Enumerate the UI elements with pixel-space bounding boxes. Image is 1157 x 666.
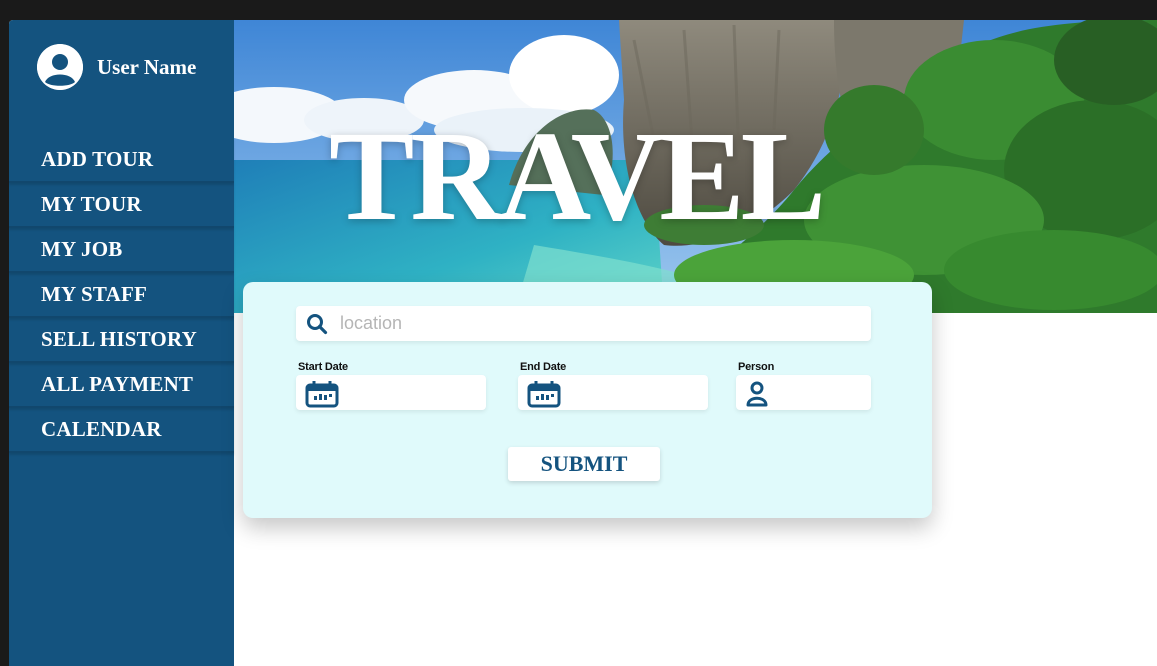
- person-field[interactable]: [736, 375, 871, 410]
- sidebar-item-my-job[interactable]: MY JOB: [9, 228, 234, 273]
- sidebar-item-sell-history[interactable]: SELL HISTORY: [9, 318, 234, 363]
- location-search-box[interactable]: [296, 306, 871, 341]
- user-name: User Name: [97, 54, 197, 79]
- app-screen: User Name ADD TOUR MY TOUR MY JOB MY STA…: [9, 20, 1157, 666]
- search-card: Start Date End Date: [243, 282, 932, 518]
- calendar-icon: [305, 381, 339, 408]
- sidebar-item-calendar[interactable]: CALENDAR: [9, 408, 234, 453]
- start-date-field[interactable]: [296, 375, 486, 410]
- sidebar-item-all-payment[interactable]: ALL PAYMENT: [9, 363, 234, 408]
- submit-button[interactable]: SUBMIT: [508, 447, 660, 481]
- sidebar-item-add-tour[interactable]: ADD TOUR: [9, 138, 234, 183]
- person-icon: [746, 381, 768, 407]
- end-date-field[interactable]: [518, 375, 708, 410]
- window-top-bar: [0, 0, 1157, 20]
- calendar-icon: [527, 381, 561, 408]
- sidebar: User Name ADD TOUR MY TOUR MY JOB MY STA…: [9, 20, 234, 666]
- location-input[interactable]: [338, 312, 862, 335]
- end-date-label: End Date: [520, 361, 567, 373]
- hero-title: TRAVEL: [329, 105, 826, 247]
- sidebar-menu: ADD TOUR MY TOUR MY JOB MY STAFF SELL HI…: [9, 138, 234, 453]
- sidebar-item-my-staff[interactable]: MY STAFF: [9, 273, 234, 318]
- sidebar-item-my-tour[interactable]: MY TOUR: [9, 183, 234, 228]
- person-label: Person: [738, 361, 775, 373]
- avatar-icon: [37, 44, 83, 90]
- search-icon: [307, 313, 328, 334]
- start-date-label: Start Date: [298, 361, 348, 373]
- user-profile[interactable]: User Name: [37, 44, 196, 90]
- hero-banner: TRAVEL: [234, 20, 1157, 313]
